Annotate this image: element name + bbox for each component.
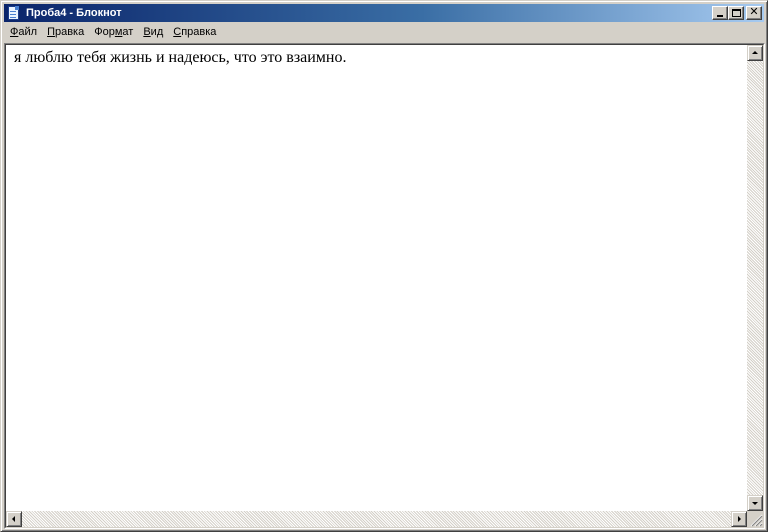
window-title: Проба4 - Блокнот [26, 7, 122, 19]
edit-area-frame: я люблю тебя жизнь и надеюсь, что это вз… [4, 43, 765, 529]
arrow-left-icon [12, 516, 15, 522]
close-icon: ✕ [749, 5, 759, 18]
arrow-down-icon [752, 502, 758, 505]
text-editor[interactable]: я люблю тебя жизнь и надеюсь, что это вз… [5, 44, 764, 528]
menu-help[interactable]: Справка [168, 24, 221, 41]
menu-file[interactable]: Файл [5, 24, 42, 41]
size-grip-icon [750, 514, 763, 527]
document-text[interactable]: я люблю тебя жизнь и надеюсь, что это вз… [14, 48, 741, 68]
notepad-window: Проба4 - Блокнот ✕ Файл Правка Формат Ви… [0, 0, 768, 532]
menu-format[interactable]: Формат [89, 24, 138, 41]
maximize-icon [732, 9, 741, 17]
title-bar[interactable]: Проба4 - Блокнот ✕ [4, 4, 764, 22]
arrow-up-icon [752, 51, 758, 54]
maximize-button[interactable] [728, 6, 744, 20]
horizontal-scrollbar[interactable] [6, 511, 747, 527]
scroll-right-button[interactable] [731, 511, 747, 527]
notepad-icon[interactable] [6, 5, 22, 21]
close-button[interactable]: ✕ [746, 6, 762, 20]
menu-bar: Файл Правка Формат Вид Справка [4, 23, 764, 42]
scroll-left-button[interactable] [6, 511, 22, 527]
minimize-button[interactable] [712, 6, 728, 20]
menu-view[interactable]: Вид [138, 24, 168, 41]
vertical-scrollbar[interactable] [747, 45, 763, 511]
menu-edit[interactable]: Правка [42, 24, 89, 41]
arrow-right-icon [738, 516, 741, 522]
caption-buttons: ✕ [712, 6, 762, 20]
size-grip[interactable] [747, 511, 763, 527]
scroll-down-button[interactable] [747, 495, 763, 511]
scroll-up-button[interactable] [747, 45, 763, 61]
minimize-icon [717, 15, 723, 17]
